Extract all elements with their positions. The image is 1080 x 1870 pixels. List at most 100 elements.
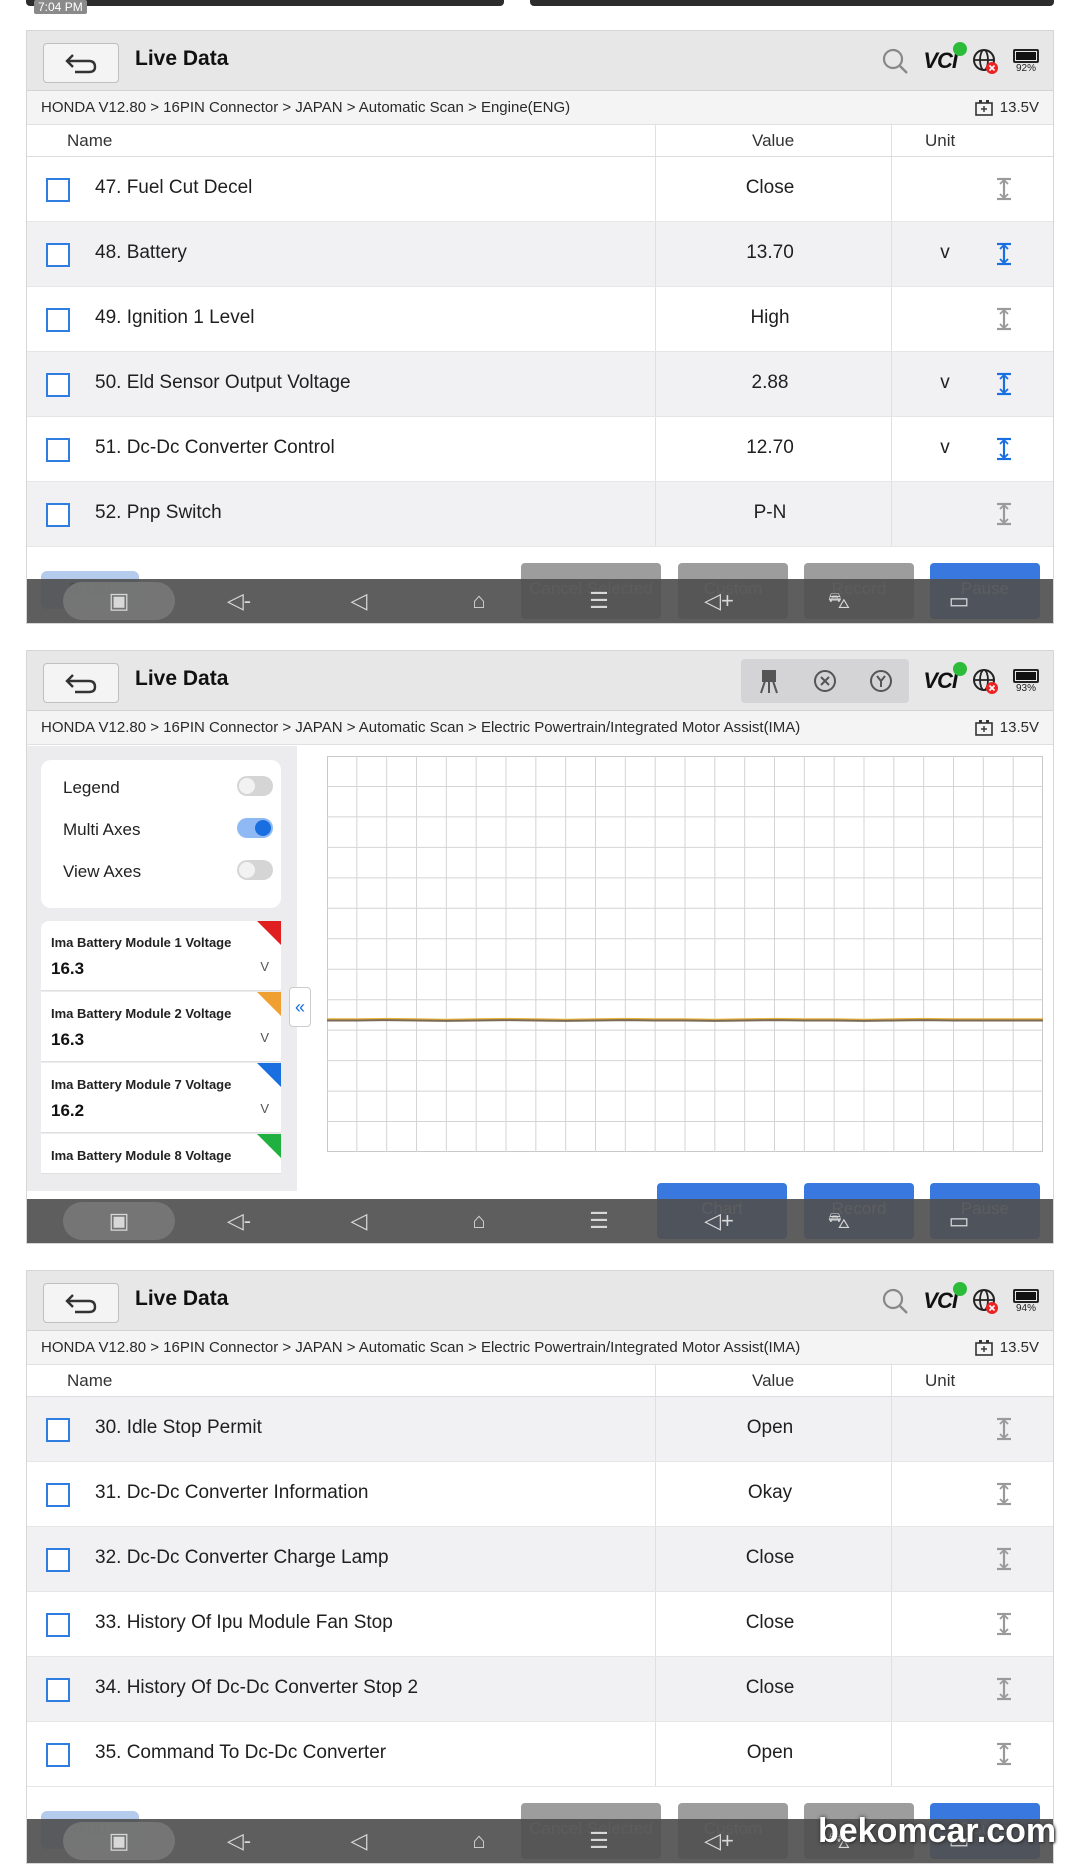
view-axes-toggle[interactable] <box>237 860 273 880</box>
graph-toggle-icon[interactable] <box>991 240 1017 268</box>
row-checkbox[interactable] <box>46 1548 70 1572</box>
row-checkbox[interactable] <box>46 1743 70 1767</box>
graph-toggle-icon[interactable] <box>991 500 1017 528</box>
table-row[interactable]: 50. Eld Sensor Output Voltage 2.88 v <box>27 352 1053 417</box>
collapse-sidebar-button[interactable]: « <box>289 987 311 1027</box>
table-row[interactable]: 35. Command To Dc-Dc Converter Open <box>27 1722 1053 1787</box>
graph-toggle-icon[interactable] <box>991 435 1017 463</box>
header-icons: VCI 93% <box>741 659 1039 703</box>
graph-toggle-icon[interactable] <box>991 1545 1017 1573</box>
row-checkbox[interactable] <box>46 243 70 267</box>
row-checkbox[interactable] <box>46 1418 70 1442</box>
volume-up-icon[interactable]: ◁+ <box>699 1209 739 1233</box>
car-icon[interactable]: ⛍ <box>819 1209 859 1233</box>
row-checkbox[interactable] <box>46 1613 70 1637</box>
gallery-icon[interactable]: ▣ <box>99 1209 139 1233</box>
back-arrow-icon <box>65 54 97 74</box>
row-value: Close <box>745 177 795 198</box>
graph-toggle-icon[interactable] <box>991 1610 1017 1638</box>
nav-home-icon[interactable]: ⌂ <box>459 589 499 613</box>
table-row[interactable]: 30. Idle Stop Permit Open <box>27 1397 1053 1462</box>
back-button[interactable] <box>43 1283 119 1323</box>
breadcrumb-system: Electric Powertrain/Integrated Motor Ass… <box>480 719 801 736</box>
volume-up-icon[interactable]: ◁+ <box>699 1829 739 1853</box>
header: Live Data VCI 92% <box>27 31 1053 91</box>
table-row[interactable]: 31. Dc-Dc Converter Information Okay <box>27 1462 1053 1527</box>
graph-toggle-icon[interactable] <box>991 175 1017 203</box>
voltage-readout: 13.5V <box>974 1331 1039 1365</box>
table-row[interactable]: 49. Ignition 1 Level High <box>27 287 1053 352</box>
multi-axes-toggle[interactable] <box>237 818 273 838</box>
back-button[interactable] <box>43 663 119 703</box>
table-row[interactable]: 33. History Of Ipu Module Fan Stop Close <box>27 1592 1053 1657</box>
graph-toggle-icon[interactable] <box>991 1675 1017 1703</box>
nav-menu-icon[interactable]: ☰ <box>579 1209 619 1233</box>
car-icon[interactable]: ⛍ <box>819 589 859 613</box>
nav-back-icon[interactable]: ◁ <box>339 1209 379 1233</box>
nav-home-icon[interactable]: ⌂ <box>459 1209 499 1233</box>
graph-toggle-icon[interactable] <box>991 1480 1017 1508</box>
col-value-header: Value <box>752 131 795 150</box>
legend-toggle[interactable] <box>237 776 273 796</box>
row-unit: v <box>940 437 950 458</box>
row-checkbox[interactable] <box>46 1678 70 1702</box>
status-strip: 7:04 PM <box>0 0 1080 30</box>
series-item[interactable]: Ima Battery Module 7 Voltage 16.2 V <box>41 1063 281 1133</box>
back-button[interactable] <box>43 43 119 83</box>
brush-icon[interactable] <box>755 667 783 695</box>
series-color-marker <box>257 921 281 945</box>
series-unit: V <box>260 959 269 974</box>
row-value: Open <box>746 1742 794 1763</box>
screen-record-icon[interactable]: ▭ <box>939 1209 979 1233</box>
table-row[interactable]: 52. Pnp Switch P-N <box>27 482 1053 547</box>
row-checkbox[interactable] <box>46 178 70 202</box>
battery-voltage-icon <box>974 1340 993 1356</box>
series-item[interactable]: Ima Battery Module 2 Voltage 16.3 V <box>41 992 281 1062</box>
col-value-header: Value <box>752 1371 795 1390</box>
search-icon[interactable] <box>881 47 909 75</box>
series-item[interactable]: Ima Battery Module 1 Voltage 16.3 V <box>41 921 281 991</box>
nav-back-icon[interactable]: ◁ <box>339 589 379 613</box>
graph-sidebar: Legend Multi Axes View Axes Ima Battery … <box>27 746 297 1191</box>
volume-down-icon[interactable]: ◁- <box>219 1209 259 1233</box>
table-row[interactable]: 32. Dc-Dc Converter Charge Lamp Close <box>27 1527 1053 1592</box>
table-header: Name Value Unit <box>27 1365 1053 1397</box>
table-row[interactable]: 51. Dc-Dc Converter Control 12.70 v <box>27 417 1053 482</box>
table-row[interactable]: 47. Fuel Cut Decel Close <box>27 157 1053 222</box>
volume-down-icon[interactable]: ◁- <box>219 589 259 613</box>
table-row[interactable]: 34. History Of Dc-Dc Converter Stop 2 Clo… <box>27 1657 1053 1722</box>
col-unit-header: Unit <box>925 1371 956 1390</box>
screen-record-icon[interactable]: ▭ <box>939 589 979 613</box>
nav-menu-icon[interactable]: ☰ <box>579 1829 619 1853</box>
volume-up-icon[interactable]: ◁+ <box>699 589 739 613</box>
series-item[interactable]: Ima Battery Module 8 Voltage <box>41 1134 281 1174</box>
header: Live Data VCI 94% <box>27 1271 1053 1331</box>
voltage-value: 13.5V <box>999 1339 1039 1356</box>
series-value: 16.3 <box>51 959 85 978</box>
row-checkbox[interactable] <box>46 373 70 397</box>
row-checkbox[interactable] <box>46 1483 70 1507</box>
zoom-x-icon[interactable] <box>811 667 839 695</box>
row-name: 33. History Of Ipu Module Fan Stop <box>95 1612 393 1633</box>
graph-toggle-icon[interactable] <box>991 1740 1017 1768</box>
gallery-icon[interactable]: ▣ <box>99 589 139 613</box>
nav-home-icon[interactable]: ⌂ <box>459 1829 499 1853</box>
series-unit: V <box>260 1101 269 1116</box>
voltage-value: 13.5V <box>999 99 1039 116</box>
graph-toggle-icon[interactable] <box>991 370 1017 398</box>
table-row[interactable]: 48. Battery 13.70 v <box>27 222 1053 287</box>
gallery-icon[interactable]: ▣ <box>99 1829 139 1853</box>
row-checkbox[interactable] <box>46 438 70 462</box>
battery-indicator: 92% <box>1013 48 1039 74</box>
multi-axes-label: Multi Axes <box>63 820 141 839</box>
graph-toggle-icon[interactable] <box>991 305 1017 333</box>
row-checkbox[interactable] <box>46 308 70 332</box>
search-icon[interactable] <box>881 1287 909 1315</box>
row-checkbox[interactable] <box>46 503 70 527</box>
series-color-marker <box>257 992 281 1016</box>
nav-menu-icon[interactable]: ☰ <box>579 589 619 613</box>
volume-down-icon[interactable]: ◁- <box>219 1829 259 1853</box>
zoom-y-icon[interactable] <box>867 667 895 695</box>
graph-toggle-icon[interactable] <box>991 1415 1017 1443</box>
nav-back-icon[interactable]: ◁ <box>339 1829 379 1853</box>
